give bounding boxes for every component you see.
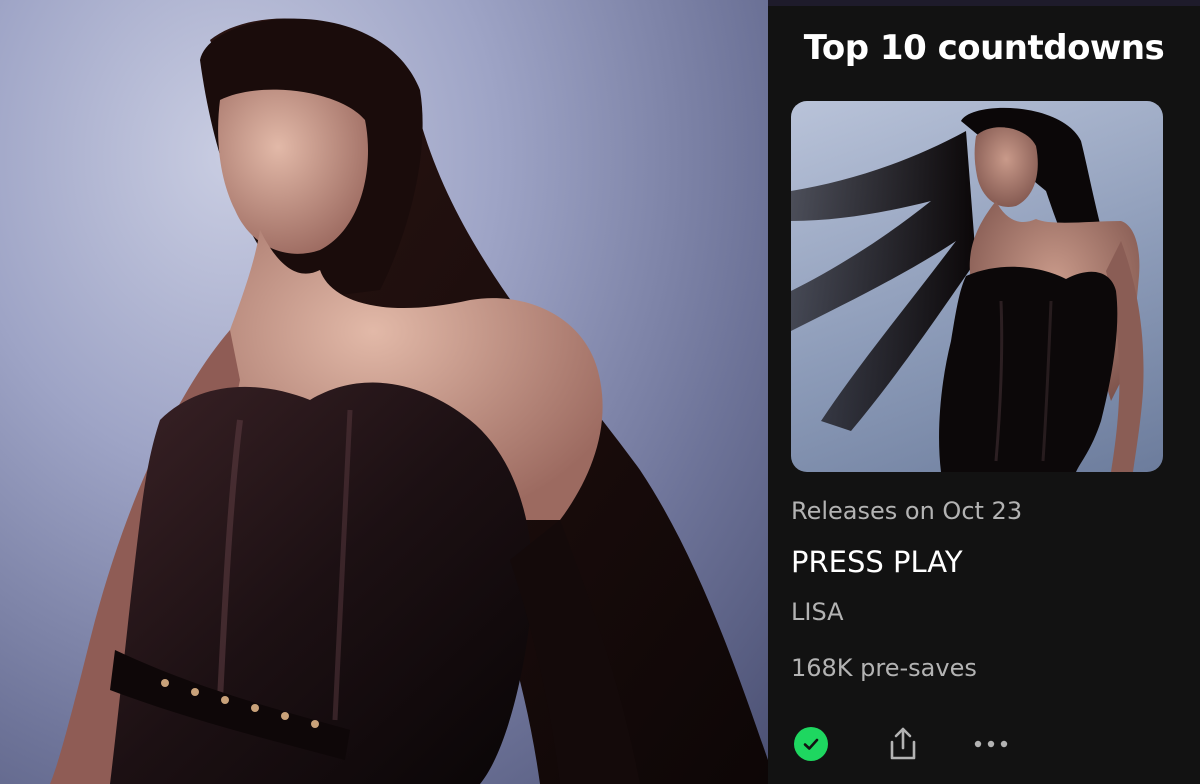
action-bar xyxy=(791,724,1191,764)
panel-top-border xyxy=(768,0,1200,6)
artist-name[interactable]: LISA xyxy=(791,598,844,626)
countdown-panel: Top 10 countdowns Releases on Oct 23 PRE… xyxy=(768,0,1200,784)
album-cover[interactable] xyxy=(791,101,1163,472)
check-circle-icon xyxy=(794,727,828,761)
album-cover-illustration xyxy=(791,107,1144,472)
section-title: Top 10 countdowns xyxy=(803,28,1165,68)
release-title[interactable]: PRESS PLAY xyxy=(791,545,963,579)
share-icon xyxy=(890,727,916,760)
more-options-button[interactable] xyxy=(971,724,1011,764)
promo-photo-illustration xyxy=(50,18,768,784)
more-horizontal-icon xyxy=(974,740,1008,748)
share-button[interactable] xyxy=(883,724,923,764)
presaved-button[interactable] xyxy=(791,724,831,764)
presave-count: 168K pre-saves xyxy=(791,654,977,682)
promo-photo xyxy=(0,0,768,784)
screenshot: Top 10 countdowns Releases on Oct 23 PRE… xyxy=(0,0,1200,784)
release-date: Releases on Oct 23 xyxy=(791,497,1023,525)
